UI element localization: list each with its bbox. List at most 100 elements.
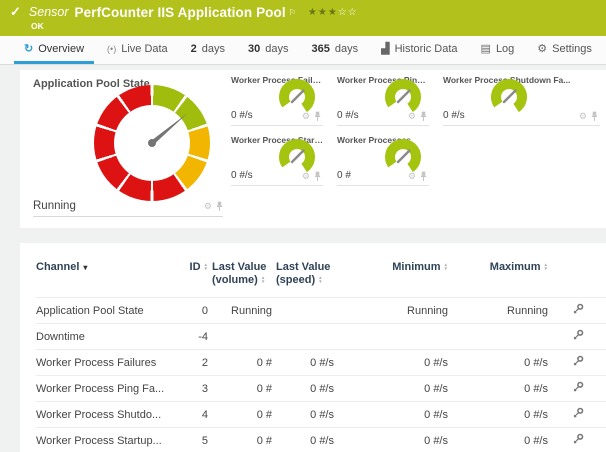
cell-last-value-speed: 0 #/s: [276, 402, 338, 428]
gear-icon[interactable]: ⚙: [204, 202, 212, 211]
tab-label: Live Data: [121, 43, 167, 55]
mini-gauge: Worker Process Ping Failures 0 #/s ⚙: [337, 75, 429, 126]
tab-label: Log: [496, 43, 514, 55]
sort-icon[interactable]: ▲▼: [318, 276, 322, 285]
column-header-last_value_speed[interactable]: Last Value (speed)▲▼: [276, 255, 338, 298]
mini-gauge-value: 0 #: [337, 170, 351, 181]
gear-icon[interactable]: ⚙: [408, 172, 416, 181]
mini-gauge-value: 0 #/s: [231, 110, 253, 121]
gear-icon[interactable]: ⚙: [302, 172, 310, 181]
gear-icon[interactable]: ⚙: [579, 112, 587, 121]
cell-channel: Worker Process Failures: [36, 350, 178, 376]
mini-gauge: Worker Process Shutdown Fa... 0 #/s ⚙: [443, 75, 600, 126]
table-row[interactable]: Worker Process Failures 2 0 # 0 #/s 0 #/…: [36, 350, 606, 376]
star-filled-icon[interactable]: ★: [318, 7, 328, 18]
table-row[interactable]: Worker Process Startup... 5 0 # 0 #/s 0 …: [36, 428, 606, 452]
wrench-icon[interactable]: [572, 407, 584, 422]
main-gauge: Application Pool State Running ⚙: [20, 70, 231, 228]
wrench-icon[interactable]: [572, 433, 584, 448]
gear-icon[interactable]: ⚙: [302, 112, 310, 121]
table-row[interactable]: Worker Process Shutdo... 4 0 # 0 #/s 0 #…: [36, 402, 606, 428]
cell-last-value-volume: 0 #: [212, 376, 276, 402]
pin-icon[interactable]: [314, 171, 321, 182]
sensor-title: PerfCounter IIS Application Pool: [75, 5, 286, 20]
object-type-label: Sensor: [29, 5, 69, 19]
cell-last-value-speed: [276, 324, 338, 350]
cell-id: 0: [178, 298, 212, 324]
tab-label: days: [265, 43, 288, 55]
tab-label: Historic Data: [395, 43, 458, 55]
cell-last-value-volume: 0 #: [212, 350, 276, 376]
sort-icon[interactable]: ▲▼: [204, 263, 208, 272]
cell-minimum: 0 #/s: [338, 350, 452, 376]
column-header-actions: [552, 255, 606, 298]
gear-icon[interactable]: ⚙: [408, 112, 416, 121]
column-header-channel[interactable]: Channel▾: [36, 255, 178, 298]
column-header-id[interactable]: ID▲▼: [178, 255, 212, 298]
cell-actions: [552, 324, 606, 350]
table-row[interactable]: Application Pool State 0 Running Running…: [36, 298, 606, 324]
tab-overview[interactable]: ↻ Overview: [14, 36, 94, 64]
channel-table: Channel▾ID▲▼Last Value (volume)▲▼Last Va…: [36, 255, 606, 452]
tab-number: 30: [248, 43, 260, 55]
column-header-minimum[interactable]: Minimum▲▼: [338, 255, 452, 298]
historic-icon: ▟: [381, 42, 389, 55]
wrench-icon[interactable]: [572, 381, 584, 396]
tab-bar: ↻ Overview (•) Live Data 2 days 30 days …: [0, 36, 606, 65]
pin-icon[interactable]: [420, 171, 427, 182]
star-filled-icon[interactable]: ★: [328, 7, 338, 18]
main-gauge-value: Running: [33, 200, 204, 212]
tab-log[interactable]: ▤ Log: [471, 36, 525, 64]
table-row[interactable]: Worker Process Ping Fa... 3 0 # 0 #/s 0 …: [36, 376, 606, 402]
overview-icon: ↻: [24, 42, 33, 55]
tab-30-days[interactable]: 30 days: [238, 36, 299, 64]
cell-maximum: 0 #/s: [452, 402, 552, 428]
sensor-header: ✓ Sensor PerfCounter IIS Application Poo…: [0, 0, 606, 36]
mini-gauge: Worker Process Startup Failu... 0 #/s ⚙: [231, 135, 323, 186]
wrench-icon[interactable]: [572, 329, 584, 344]
sort-icon[interactable]: ▲▼: [261, 276, 265, 285]
mini-gauge: Worker Processes 0 # ⚙: [337, 135, 429, 186]
column-header-last_value_volume[interactable]: Last Value (volume)▲▼: [212, 255, 276, 298]
tab-365-days[interactable]: 365 days: [302, 36, 369, 64]
cell-last-value-volume: 0 #: [212, 402, 276, 428]
pin-icon[interactable]: [591, 111, 598, 122]
tab-2-days[interactable]: 2 days: [181, 36, 235, 64]
cell-minimum: [338, 324, 452, 350]
sort-desc-icon[interactable]: ▾: [83, 263, 87, 272]
cell-last-value-speed: [276, 298, 338, 324]
cell-last-value-speed: 0 #/s: [276, 376, 338, 402]
star-empty-icon[interactable]: ☆: [338, 7, 348, 18]
cell-last-value-volume: 0 #: [212, 428, 276, 452]
cell-channel: Application Pool State: [36, 298, 178, 324]
pin-icon[interactable]: [216, 201, 223, 212]
table-row[interactable]: Downtime -4: [36, 324, 606, 350]
column-header-maximum[interactable]: Maximum▲▼: [452, 255, 552, 298]
log-icon: ▤: [481, 42, 491, 55]
pin-icon[interactable]: [314, 111, 321, 122]
star-filled-icon[interactable]: ★: [308, 7, 318, 18]
cell-maximum: 0 #/s: [452, 376, 552, 402]
wrench-icon[interactable]: [572, 303, 584, 318]
sort-icon[interactable]: ▲▼: [444, 263, 448, 272]
status-badge: OK: [31, 21, 596, 31]
mini-gauge-grid: Worker Process Failures 0 #/s ⚙ Worker P…: [231, 70, 606, 228]
cell-actions: [552, 350, 606, 376]
priority-flag-icon[interactable]: ⚐: [289, 8, 296, 17]
star-rating: ★★★☆☆: [308, 7, 358, 18]
star-empty-icon[interactable]: ☆: [348, 7, 358, 18]
wrench-icon[interactable]: [572, 355, 584, 370]
cell-maximum: 0 #/s: [452, 350, 552, 376]
pin-icon[interactable]: [420, 111, 427, 122]
sort-icon[interactable]: ▲▼: [544, 263, 548, 272]
tab-live-data[interactable]: (•) Live Data: [97, 36, 178, 64]
cell-actions: [552, 402, 606, 428]
tab-historic-data[interactable]: ▟ Historic Data: [371, 36, 467, 64]
cell-minimum: 0 #/s: [338, 402, 452, 428]
cell-id: 4: [178, 402, 212, 428]
cell-maximum: Running: [452, 298, 552, 324]
tab-number: 365: [312, 43, 330, 55]
cell-channel: Worker Process Startup...: [36, 428, 178, 452]
cell-last-value-volume: Running: [212, 298, 276, 324]
tab-settings[interactable]: ⚙ Settings: [527, 36, 602, 64]
